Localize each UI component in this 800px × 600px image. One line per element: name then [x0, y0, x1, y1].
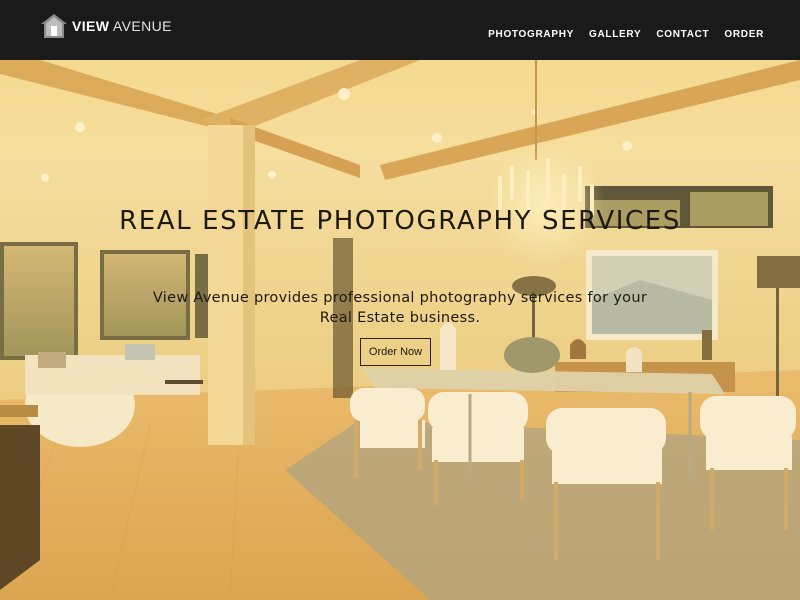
nav-link-photography[interactable]: PHOTOGRAPHY [488, 29, 574, 40]
order-now-button[interactable]: Order Now [360, 338, 431, 366]
brand-name-light: AVENUE [112, 18, 172, 34]
main-nav: PHOTOGRAPHY GALLERY CONTACT ORDER [488, 29, 764, 40]
nav-link-gallery[interactable]: GALLERY [589, 29, 641, 40]
page: VIEW AVENUE PHOTOGRAPHY GALLERY CONTACT … [0, 0, 800, 600]
nav-link-order[interactable]: ORDER [724, 29, 764, 40]
hero-overlay [0, 60, 800, 600]
brand-name-strong: VIEW [72, 18, 110, 34]
house-icon [41, 12, 67, 40]
nav-link-contact[interactable]: CONTACT [656, 29, 709, 40]
navbar: VIEW AVENUE PHOTOGRAPHY GALLERY CONTACT … [0, 0, 800, 60]
hero-section: REAL ESTATE PHOTOGRAPHY SERVICES View Av… [0, 60, 800, 600]
hero-subtitle: View Avenue provides professional photog… [152, 290, 648, 326]
hero-title: REAL ESTATE PHOTOGRAPHY SERVICES [119, 206, 681, 236]
brand-logo[interactable]: VIEW AVENUE [41, 12, 172, 40]
brand-name: VIEW AVENUE [72, 18, 172, 34]
